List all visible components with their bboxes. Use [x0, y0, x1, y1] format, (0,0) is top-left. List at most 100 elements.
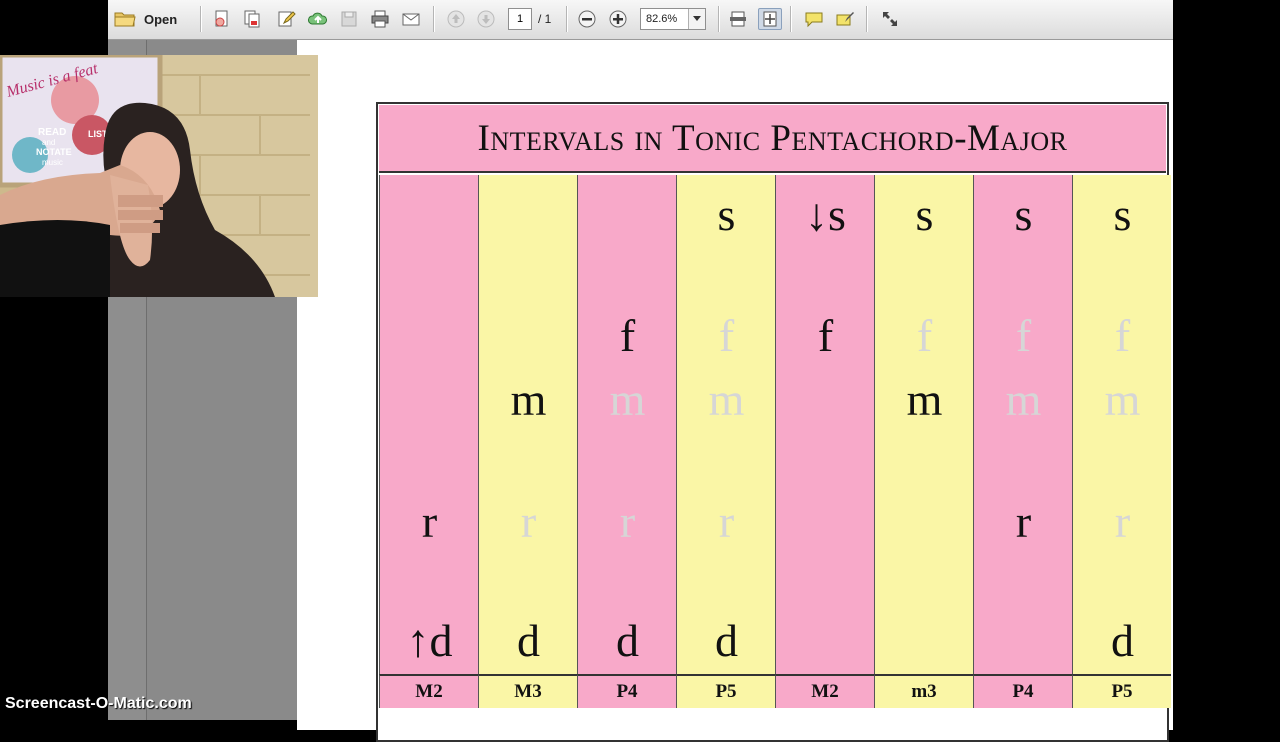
solfege-syllable-f: f [916, 310, 933, 361]
solfege-syllable-m: m [906, 374, 943, 425]
create-pdf-icon [215, 10, 228, 27]
full-screen-button[interactable] [878, 8, 902, 30]
solfege-syllable-m: m [1104, 374, 1141, 425]
solfege-syllable-s: s [1014, 189, 1033, 240]
solfege-syllable-r: r [619, 496, 636, 547]
interval-column: s fm r d [1072, 175, 1171, 674]
next-page-button[interactable] [474, 8, 498, 30]
slide-title-text: Intervals in Tonic Pentachord-Major [477, 117, 1068, 159]
interval-column: r ↑d [379, 175, 478, 674]
zoom-select[interactable]: 82.6% [640, 8, 706, 30]
arrow-down-circle-icon [477, 10, 495, 28]
create-pdf-button[interactable] [210, 8, 234, 30]
interval-label: P4 [973, 674, 1072, 708]
highlight-button[interactable] [833, 8, 857, 30]
solfege-syllable-s: s [717, 189, 736, 240]
minus-circle-icon [578, 10, 596, 28]
interval-label: m3 [874, 674, 973, 708]
solfege-syllable-f: f [619, 310, 636, 361]
solfege-syllable-m: m [1005, 374, 1042, 425]
interval-label: P4 [577, 674, 676, 708]
interval-column: s fm r d [676, 175, 775, 674]
fit-width-button[interactable] [726, 8, 750, 30]
interval-label: M3 [478, 674, 577, 708]
zoom-in-button[interactable] [606, 8, 630, 30]
page-number-input[interactable] [508, 8, 532, 30]
folder-icon [114, 12, 136, 27]
open-button[interactable]: Open [114, 8, 190, 30]
pdf-page: Intervals in Tonic Pentachord-Major r ↑d M… [297, 40, 1173, 742]
interval-label: M2 [379, 674, 478, 708]
solfege-syllable-r: r [1114, 496, 1131, 547]
zoom-out-button[interactable] [575, 8, 599, 30]
save-icon [341, 11, 357, 27]
chevron-down-icon[interactable] [688, 9, 705, 29]
interval-label: P5 [1072, 674, 1171, 708]
open-label: Open [144, 11, 178, 27]
solfege-syllable-f: f [1015, 310, 1032, 361]
solfege-syllable-f: f [718, 310, 735, 361]
solfege-syllable-r: r [421, 496, 438, 547]
fit-page-button[interactable] [758, 8, 782, 30]
poster-word: READ [38, 127, 66, 138]
slide: Intervals in Tonic Pentachord-Major r ↑d M… [376, 102, 1171, 742]
toolbar: Open / 1 [108, 0, 1173, 40]
solfege-syllable-s: ↓s [805, 189, 846, 240]
envelope-icon [402, 13, 420, 26]
interval-column: fm r d [577, 175, 676, 674]
solfege-syllable-d: d [1111, 615, 1134, 666]
toolbar-separator [433, 6, 435, 32]
toolbar-separator [566, 6, 568, 32]
interval-label: P5 [676, 674, 775, 708]
combine-files-button[interactable] [240, 8, 264, 30]
expand-arrows-icon [883, 12, 897, 26]
poster-word: and [42, 138, 55, 147]
solfege-syllable-m: m [609, 374, 646, 425]
printer-icon [371, 10, 389, 28]
edit-button[interactable] [274, 8, 298, 30]
solfege-syllable-r: r [718, 496, 735, 547]
webcam-video: Music is a feat READ and NOTATE music LI… [0, 55, 318, 297]
webcam-overlay: Music is a feat READ and NOTATE music LI… [0, 55, 318, 297]
arrow-up-circle-icon [447, 10, 465, 28]
interval-column: m r d [478, 175, 577, 674]
poster-word: music [42, 158, 63, 167]
comment-button[interactable] [802, 8, 826, 30]
poster-word: NOTATE [36, 147, 72, 157]
interval-column: s fm [874, 175, 973, 674]
save-button[interactable] [337, 8, 361, 30]
solfege-syllable-s: s [1113, 189, 1132, 240]
solfege-syllable-m: m [510, 374, 547, 425]
pencil-edit-icon [278, 11, 296, 27]
watermark: Screencast-O-Matic.com [5, 695, 192, 712]
fit-width-icon [730, 11, 746, 27]
solfege-syllable-f: f [817, 310, 834, 361]
combine-files-icon [244, 10, 260, 28]
highlight-text-icon [836, 12, 854, 26]
upload-button[interactable] [306, 8, 330, 30]
toolbar-separator [200, 6, 202, 32]
solfege-syllable-d: ↑d [406, 615, 453, 666]
previous-page-button[interactable] [444, 8, 468, 30]
solfege-syllable-f: f [1114, 310, 1131, 361]
solfege-syllable-d: d [715, 615, 738, 666]
interval-column: s fm r [973, 175, 1072, 674]
slide-title: Intervals in Tonic Pentachord-Major [379, 105, 1166, 173]
toolbar-separator [718, 6, 720, 32]
solfege-syllable-m: m [708, 374, 745, 425]
speech-bubble-icon [805, 12, 823, 28]
email-button[interactable] [399, 8, 423, 30]
toolbar-separator [790, 6, 792, 32]
interval-column: ↓s f [775, 175, 874, 674]
zoom-value: 82.6% [646, 13, 678, 25]
fit-page-icon [763, 11, 777, 27]
print-button[interactable] [368, 8, 392, 30]
page-total: / 1 [538, 12, 552, 26]
solfege-syllable-d: d [616, 615, 639, 666]
solfege-syllable-r: r [520, 496, 537, 547]
cloud-upload-icon [308, 12, 327, 25]
toolbar-separator [866, 6, 868, 32]
solfege-syllable-d: d [517, 615, 540, 666]
solfege-syllable-r: r [1015, 496, 1032, 547]
plus-circle-icon [609, 10, 627, 28]
